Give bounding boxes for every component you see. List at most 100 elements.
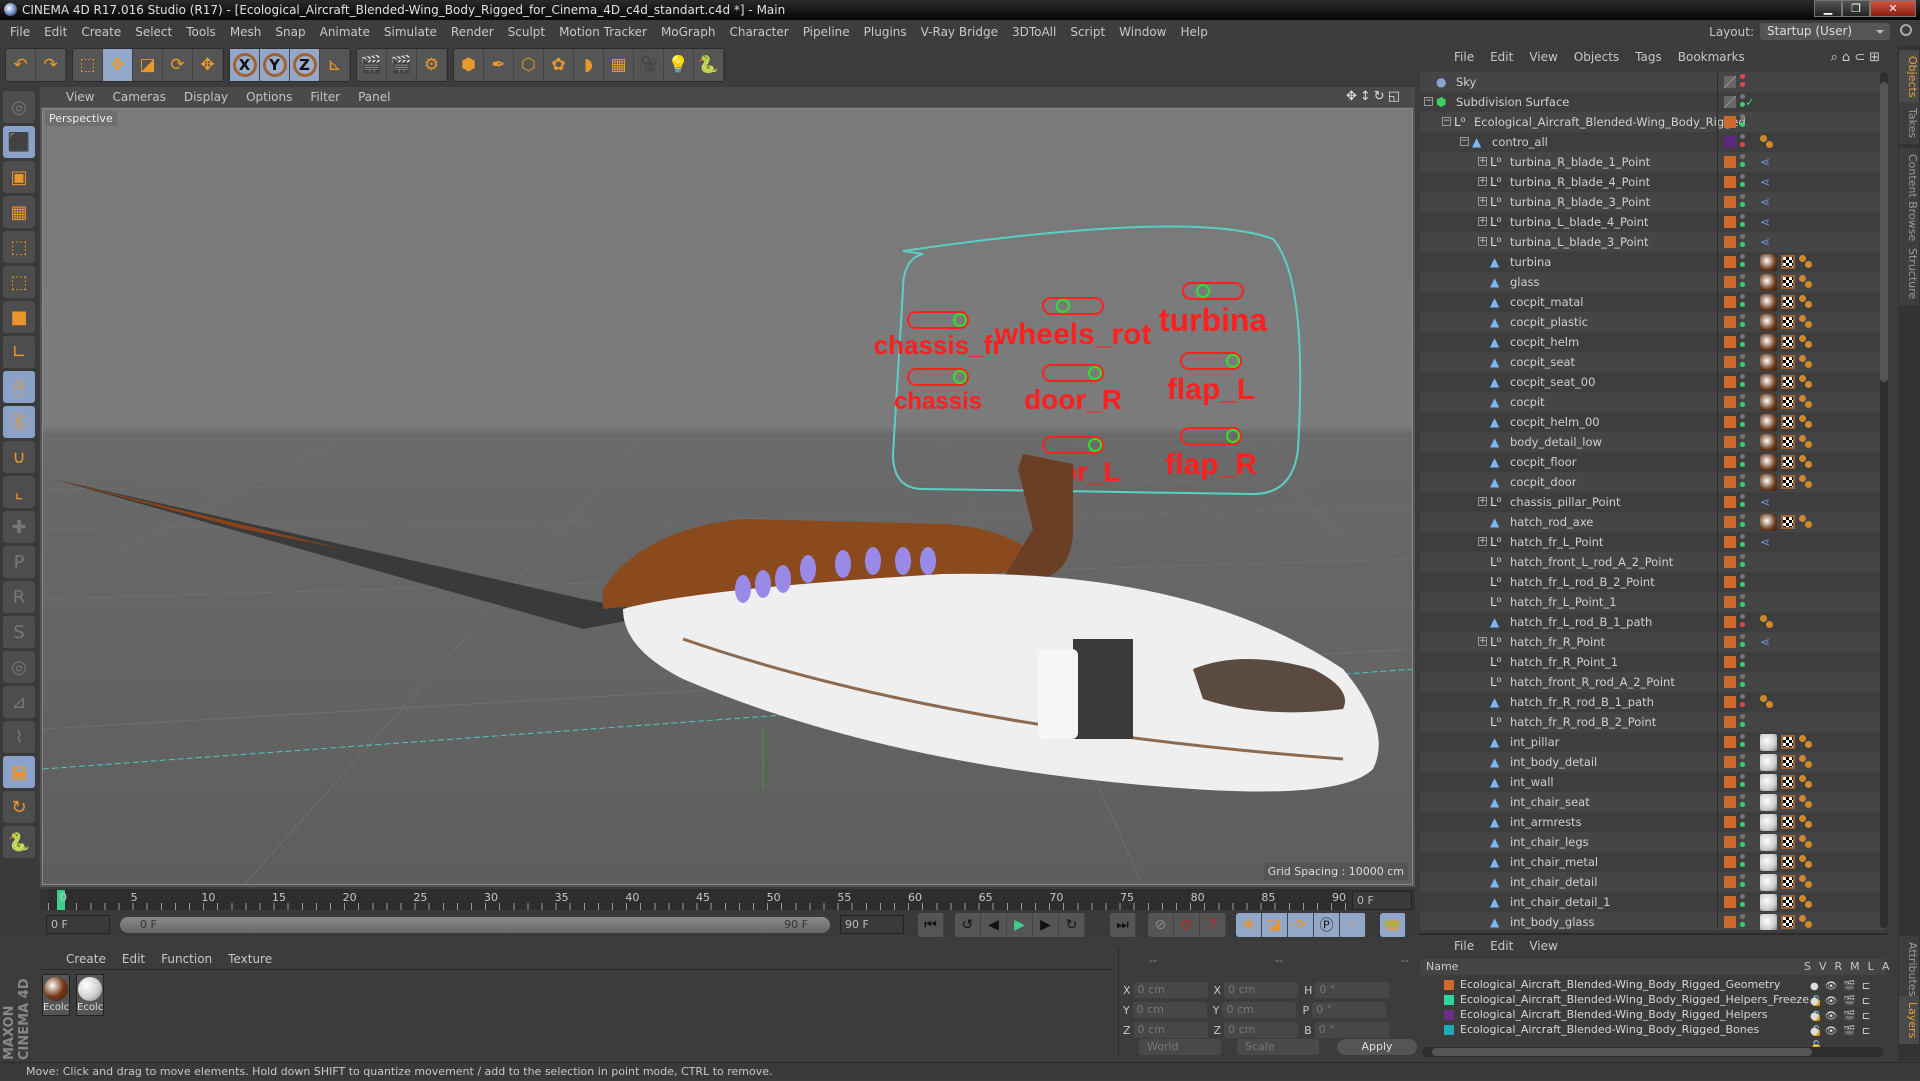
slider-handle[interactable] (1088, 366, 1102, 380)
frame-range-slider[interactable]: 0 F 90 F (120, 917, 830, 933)
uvw-tag-icon[interactable] (1781, 395, 1795, 409)
collapse-icon[interactable]: − (1460, 137, 1469, 146)
material-tag-icon[interactable] (1760, 893, 1777, 911)
joint-psr-button[interactable]: S (3, 616, 35, 648)
uvw-tag-icon[interactable] (1781, 275, 1795, 289)
layer-color-swatch[interactable] (1724, 276, 1736, 288)
rotation-h-field[interactable]: 0 ° (1315, 982, 1390, 998)
scale-key-icon[interactable]: ◪ (1262, 913, 1288, 937)
material-tag-icon[interactable] (1760, 833, 1777, 851)
rotation-p-field[interactable]: 0 ° (1312, 1002, 1387, 1018)
previous-key-icon[interactable]: ↺ (955, 913, 981, 937)
start-frame-field[interactable]: 0 F (46, 915, 110, 934)
visibility-dots[interactable] (1740, 254, 1745, 270)
slider-handle[interactable] (953, 313, 967, 327)
object-row-contro-all[interactable]: − ▲ contro_all (1420, 132, 1885, 152)
3d-scene[interactable]: chassis_fr wheels_rot turbina chassis door_R… (42, 108, 1413, 885)
slider-control-wheels-rot[interactable] (1042, 297, 1104, 315)
material-tag-icon[interactable] (1760, 753, 1777, 771)
layer-color-swatch[interactable] (1724, 316, 1736, 328)
visibility-dots[interactable] (1740, 294, 1745, 310)
visibility-dots[interactable] (1740, 574, 1745, 590)
visibility-dots[interactable] (1740, 314, 1745, 330)
layer-color-swatch[interactable] (1724, 376, 1736, 388)
rotation-b-field[interactable]: 0 ° (1314, 1022, 1389, 1038)
pla-key-icon[interactable]: ⁘ (1340, 913, 1366, 937)
object-row-turbina-l-blade-4-point[interactable]: + ᒪ⁰ turbina_L_blade_4_Point ⋖ (1420, 212, 1885, 232)
rotate-button[interactable]: ⟳ (163, 49, 193, 81)
ik-tag-icon[interactable] (1799, 735, 1813, 749)
visibility-dots[interactable] (1740, 474, 1745, 490)
layer-color-swatch[interactable] (1724, 456, 1736, 468)
ik-tag-icon[interactable] (1799, 255, 1813, 269)
material-tag-icon[interactable] (1760, 333, 1777, 351)
move-key-icon[interactable]: ✥ (1236, 913, 1262, 937)
visibility-dots[interactable] (1740, 434, 1745, 450)
autokey-icon[interactable]: ⊙ (1174, 913, 1200, 937)
ik-tag-icon[interactable] (1799, 895, 1813, 909)
object-row-int-chair-metal[interactable]: ▲ int_chair_metal (1420, 852, 1885, 872)
collapse-icon[interactable]: − (1424, 97, 1433, 106)
timeline-ruler[interactable]: 0 5 10 15 20 25 30 35 40 45 50 55 60 65 70 75 80 85 90 (48, 889, 1348, 911)
visibility-dots[interactable] (1740, 594, 1745, 610)
uvw-tag-icon[interactable] (1781, 895, 1795, 909)
workplane-rotate-button[interactable]: ↻ (3, 791, 35, 823)
layer-color-swatch[interactable] (1724, 516, 1736, 528)
menu-sculpt[interactable]: Sculpt (508, 25, 545, 39)
pen-spline-button[interactable]: ✒ (484, 49, 514, 81)
cloner-button[interactable]: ✿ (544, 49, 574, 81)
constraint-tag-icon[interactable]: ⋖ (1760, 192, 1770, 212)
viewport-menu-options[interactable]: Options (246, 90, 292, 104)
tab-attributes[interactable]: Attributes (1899, 936, 1919, 1003)
tab-content-browser[interactable]: Content Browser (1899, 148, 1919, 252)
menu-help[interactable]: Help (1180, 25, 1207, 39)
layer-color-swatch[interactable] (1724, 736, 1736, 748)
menu-mograph[interactable]: MoGraph (661, 25, 716, 39)
record-off-icon[interactable]: ⊘ (1148, 913, 1174, 937)
viewport-menu-view[interactable]: View (66, 90, 94, 104)
slider-handle[interactable] (953, 370, 967, 384)
layer-row[interactable]: Ecological_Aircraft_Blended-Wing_Body_Ri… (1420, 977, 1886, 1007)
viewport-menu-cameras[interactable]: Cameras (112, 90, 165, 104)
viewport-menu-display[interactable]: Display (184, 90, 228, 104)
uvw-tag-icon[interactable] (1781, 795, 1795, 809)
camera-label[interactable]: Perspective (45, 111, 117, 126)
play-icon[interactable]: ▶ (1007, 913, 1033, 937)
link-icon[interactable]: ⊂ (1854, 50, 1869, 65)
layer-color-swatch[interactable] (1724, 336, 1736, 348)
visibility-dots[interactable] (1740, 74, 1745, 90)
uvw-tag-icon[interactable] (1781, 755, 1795, 769)
home-icon[interactable]: ⌂ (1842, 50, 1854, 65)
restore-button[interactable]: ❐ (1842, 0, 1870, 17)
visibility-dots[interactable] (1740, 834, 1745, 850)
expand-icon[interactable]: + (1478, 177, 1487, 186)
constraint-tag-icon[interactable]: ⋖ (1760, 152, 1770, 172)
rotate-key-icon[interactable]: ⟳ (1288, 913, 1314, 937)
ik-tag-icon[interactable] (1799, 835, 1813, 849)
visibility-dots[interactable] (1740, 794, 1745, 810)
slider-handle[interactable] (1226, 429, 1240, 443)
material-tag-icon[interactable] (1760, 413, 1777, 431)
uvw-tag-icon[interactable] (1781, 315, 1795, 329)
slider-handle[interactable] (1196, 284, 1210, 298)
object-row-cocpit-matal[interactable]: ▲ cocpit_matal (1420, 292, 1885, 312)
lock-workplane-button[interactable]: ▦ (3, 756, 35, 788)
visibility-dots[interactable] (1740, 274, 1745, 290)
visibility-dots[interactable] (1740, 754, 1745, 770)
ik-tag-icon[interactable] (1760, 135, 1774, 149)
size-x-field[interactable]: 0 cm (1224, 982, 1299, 998)
object-menu-objects[interactable]: Objects (1574, 50, 1619, 64)
joint-r-button[interactable]: R (3, 581, 35, 613)
edges-mode-button[interactable]: ⬚ (3, 266, 35, 298)
go-to-end-button[interactable]: ⏭ (1110, 913, 1136, 937)
scrollbar-thumb[interactable] (1880, 82, 1888, 382)
menu-file[interactable]: File (10, 25, 30, 39)
object-row-hatch-fr-l-point-1[interactable]: ᒪ⁰ hatch_fr_L_Point_1 (1420, 592, 1885, 612)
uvw-tag-icon[interactable] (1781, 335, 1795, 349)
material-menu-texture[interactable]: Texture (228, 952, 272, 966)
layer-color-swatch[interactable] (1444, 995, 1454, 1005)
size-z-field[interactable]: 0 cm (1224, 1022, 1299, 1038)
object-row-hatch-fr-r-point-1[interactable]: ᒪ⁰ hatch_fr_R_Point_1 (1420, 652, 1885, 672)
visibility-dots[interactable] (1740, 374, 1745, 390)
material-tag-icon[interactable] (1760, 313, 1777, 331)
